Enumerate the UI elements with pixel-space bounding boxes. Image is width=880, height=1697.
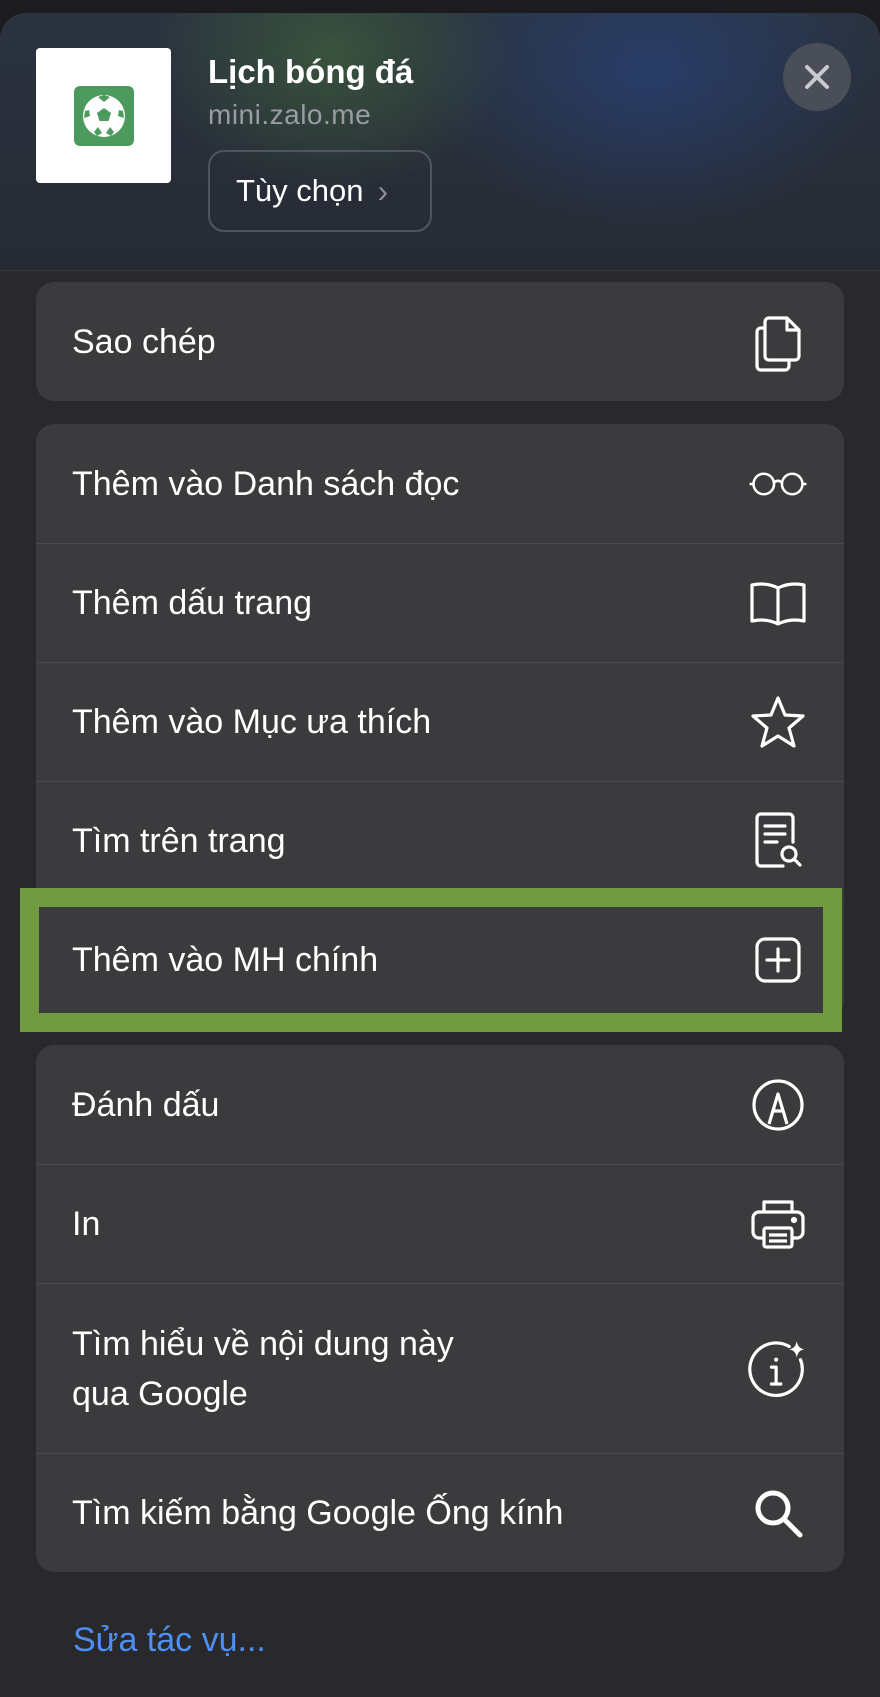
action-label: Thêm vào Danh sách đọc [72, 464, 460, 503]
action-copy[interactable]: Sao chép [36, 282, 844, 401]
soccer-ball-icon [73, 85, 134, 146]
app-title: Lịch bóng đá [208, 53, 414, 90]
action-label: Sao chép [72, 322, 216, 361]
app-domain: mini.zalo.me [208, 99, 372, 130]
search-icon [748, 1483, 808, 1543]
action-google-lens[interactable]: Tìm kiếm bằng Google Ống kính [36, 1453, 844, 1572]
app-icon [36, 48, 171, 183]
close-button[interactable] [783, 43, 851, 111]
action-learn-via-google[interactable]: Tìm hiểu về nội dung này qua Google [36, 1283, 844, 1453]
options-label: Tùy chọn [236, 173, 364, 208]
more-actions-group: Đánh dấu In Tìm hiểu về nội dung này qua… [36, 1045, 844, 1572]
action-label: Tìm trên trang [72, 822, 286, 860]
markup-icon [748, 1075, 808, 1135]
action-add-reading-list[interactable]: Thêm vào Danh sách đọc [36, 424, 844, 543]
info-sparkle-icon [748, 1339, 808, 1399]
share-header: Lịch bóng đá mini.zalo.me Tùy chọn › [0, 13, 880, 271]
share-sheet: Lịch bóng đá mini.zalo.me Tùy chọn › Sao… [0, 13, 880, 1697]
action-add-favorites[interactable]: Thêm vào Mục ưa thích [36, 662, 844, 781]
action-add-bookmark[interactable]: Thêm dấu trang [36, 543, 844, 662]
book-icon [748, 573, 808, 633]
star-icon [748, 692, 808, 752]
action-label: Tìm hiểu về nội dung này qua Google [72, 1324, 454, 1413]
action-label: Thêm dấu trang [72, 584, 313, 622]
printer-icon [748, 1194, 808, 1254]
chevron-right-icon: › [377, 172, 389, 209]
action-label: Tìm kiếm bằng Google Ống kính [72, 1494, 564, 1532]
action-label: Đánh dấu [72, 1085, 220, 1124]
action-label: Thêm vào Mục ưa thích [72, 703, 432, 741]
copy-group: Sao chép [36, 282, 844, 401]
action-markup[interactable]: Đánh dấu [36, 1045, 844, 1164]
highlight-box [20, 888, 842, 1032]
edit-actions-link[interactable]: Sửa tác vụ... [73, 1621, 266, 1660]
copy-icon [748, 312, 808, 372]
action-find-on-page[interactable]: Tìm trên trang [36, 781, 844, 900]
options-button[interactable]: Tùy chọn › [208, 150, 432, 232]
find-in-page-icon [748, 811, 808, 871]
action-label: In [72, 1205, 101, 1243]
close-icon [805, 65, 829, 89]
glasses-icon [748, 454, 808, 514]
action-print[interactable]: In [36, 1164, 844, 1283]
